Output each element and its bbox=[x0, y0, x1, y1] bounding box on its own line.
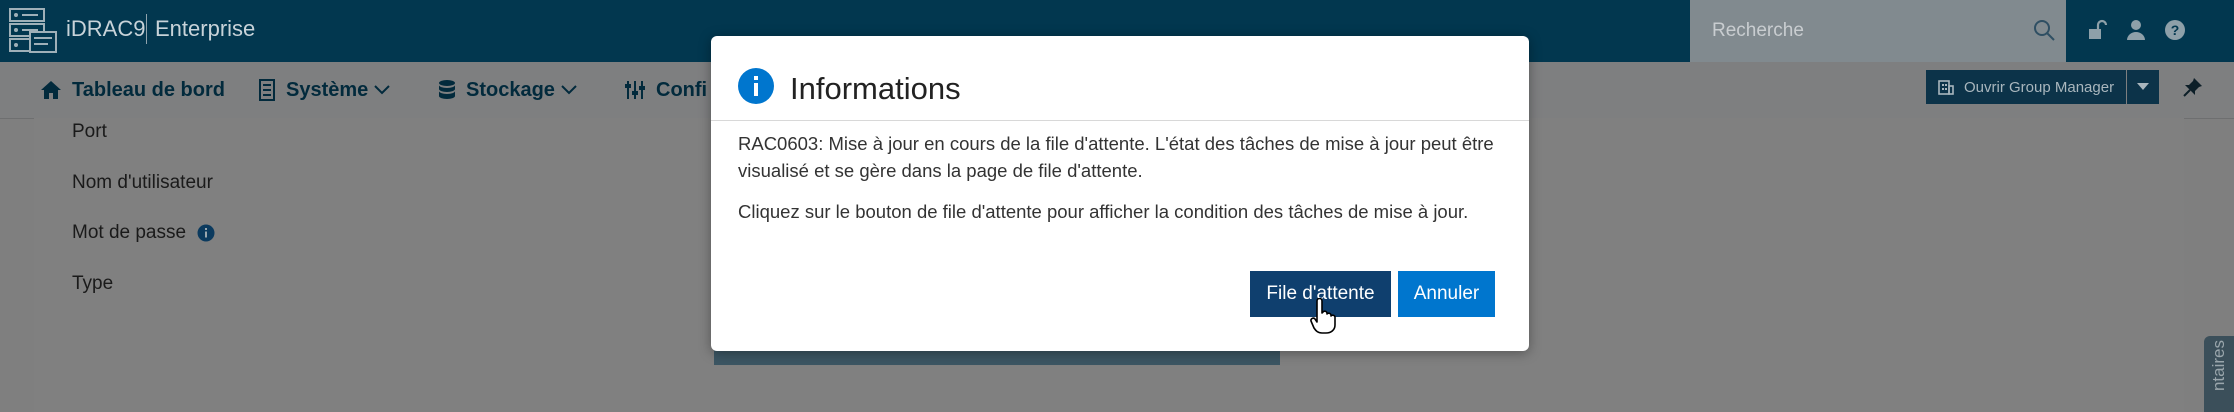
brand-separator bbox=[146, 14, 147, 44]
building-icon bbox=[1938, 80, 1954, 95]
chevron-down-icon bbox=[374, 85, 390, 95]
password-label-text: Mot de passe bbox=[72, 222, 187, 243]
comments-side-tab[interactable]: ntaires bbox=[2204, 336, 2234, 412]
help-icon[interactable]: ? bbox=[2163, 18, 2187, 42]
nav-item-dashboard[interactable]: Tableau de bord bbox=[40, 78, 225, 102]
dialog-body: RAC0603: Mise à jour en cours de la file… bbox=[738, 130, 1508, 239]
dialog-message: RAC0603: Mise à jour en cours de la file… bbox=[738, 133, 1494, 181]
port-label: Port bbox=[72, 121, 107, 142]
side-tab-label: ntaires bbox=[2209, 340, 2228, 392]
unlock-icon[interactable] bbox=[2086, 18, 2110, 42]
search-icon[interactable] bbox=[2032, 18, 2056, 42]
product-name: iDRAC9 bbox=[66, 16, 146, 41]
cancel-button[interactable]: Annuler bbox=[1398, 271, 1495, 317]
open-group-manager-label: Ouvrir Group Manager bbox=[1964, 78, 2115, 96]
nav-item-label: Tableau de bord bbox=[72, 78, 225, 101]
home-icon bbox=[41, 81, 61, 99]
search-box bbox=[1690, 0, 2066, 62]
info-icon[interactable] bbox=[197, 224, 215, 242]
nav-item-label: Système bbox=[286, 78, 369, 101]
dialog-header: Informations bbox=[711, 36, 1529, 121]
hand-cursor-icon bbox=[1310, 298, 1336, 334]
nav-item-storage[interactable]: Stockage bbox=[438, 78, 577, 102]
nav-item-configuration[interactable]: Confi bbox=[624, 78, 707, 102]
search-input[interactable] bbox=[1710, 17, 2014, 45]
open-group-manager-button[interactable]: Ouvrir Group Manager bbox=[1926, 70, 2126, 104]
info-icon bbox=[738, 68, 774, 104]
database-icon bbox=[439, 80, 455, 99]
nav-item-label: Stockage bbox=[466, 78, 555, 101]
sliders-icon bbox=[625, 81, 645, 99]
information-dialog: Informations RAC0603: Mise à jour en cou… bbox=[711, 36, 1529, 351]
username-label: Nom d'utilisateur bbox=[72, 172, 213, 193]
caret-down-icon bbox=[2137, 83, 2149, 90]
type-label: Type bbox=[72, 273, 114, 294]
chevron-down-icon bbox=[561, 85, 577, 95]
nav-item-label: Confi bbox=[656, 78, 708, 101]
idrac-logo-icon bbox=[9, 8, 57, 53]
nav-item-system[interactable]: Système bbox=[258, 78, 390, 102]
group-manager-dropdown-button[interactable] bbox=[2127, 70, 2159, 104]
svg-text:?: ? bbox=[2171, 22, 2180, 38]
product-edition: Enterprise bbox=[155, 16, 256, 41]
dialog-instruction: Cliquez sur le bouton de file d'attente … bbox=[738, 201, 1469, 222]
pin-icon[interactable] bbox=[2182, 76, 2204, 98]
password-label: Mot de passe bbox=[72, 222, 215, 244]
server-icon bbox=[259, 79, 275, 101]
dialog-title: Informations bbox=[790, 71, 961, 106]
user-icon[interactable] bbox=[2124, 18, 2148, 42]
